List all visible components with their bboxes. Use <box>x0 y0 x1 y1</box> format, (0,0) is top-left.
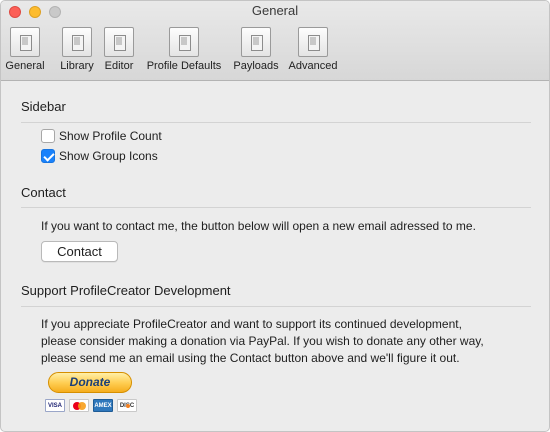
show-profile-count-checkbox[interactable] <box>41 129 55 143</box>
mastercard-icon <box>69 399 89 412</box>
tab-label: Editor <box>104 60 134 72</box>
paypal-donate-button[interactable]: Donate <box>48 372 132 393</box>
advanced-icon <box>298 27 328 57</box>
section-title-support: Support ProfileCreator Development <box>21 283 231 298</box>
tab-advanced[interactable]: Advanced <box>285 27 341 77</box>
support-text-line: please send me an email using the Contac… <box>41 351 460 365</box>
section-title-contact: Contact <box>21 185 66 200</box>
library-icon <box>62 27 92 57</box>
profile-defaults-icon <box>169 27 199 57</box>
editor-icon <box>104 27 134 57</box>
tab-label: Advanced <box>288 60 338 72</box>
support-text-line: If you appreciate ProfileCreator and wan… <box>41 317 462 331</box>
contact-button[interactable]: Contact <box>41 241 118 262</box>
support-text-line: please consider making a donation via Pa… <box>41 334 484 348</box>
tab-profile-defaults[interactable]: Profile Defaults <box>141 27 227 77</box>
tab-editor[interactable]: Editor <box>100 27 138 77</box>
checkbox-label: Show Group Icons <box>59 149 158 163</box>
tab-payloads[interactable]: Payloads <box>229 27 283 77</box>
window-title: General <box>251 3 299 18</box>
divider <box>21 306 531 307</box>
amex-card-icon: AMEX <box>93 399 113 412</box>
section-title-sidebar: Sidebar <box>21 99 66 114</box>
tab-library[interactable]: Library <box>53 27 101 77</box>
tab-label: Library <box>60 60 94 72</box>
preferences-window: General General Library Editor Profile D… <box>0 0 550 432</box>
divider <box>21 207 531 208</box>
checkbox-label: Show Profile Count <box>59 129 162 143</box>
tab-label: Payloads <box>233 60 279 72</box>
payloads-icon <box>241 27 271 57</box>
tab-label: Profile Defaults <box>146 60 222 72</box>
discover-card-icon: DISC <box>117 399 137 412</box>
tab-general[interactable]: General <box>1 27 49 77</box>
divider <box>21 122 531 123</box>
visa-card-icon: VISA <box>45 399 65 412</box>
toolbar: General General Library Editor Profile D… <box>1 1 549 81</box>
tab-label: General <box>5 60 45 72</box>
contact-description: If you want to contact me, the button be… <box>41 219 476 233</box>
show-group-icons-checkbox[interactable] <box>41 149 55 163</box>
general-icon <box>10 27 40 57</box>
